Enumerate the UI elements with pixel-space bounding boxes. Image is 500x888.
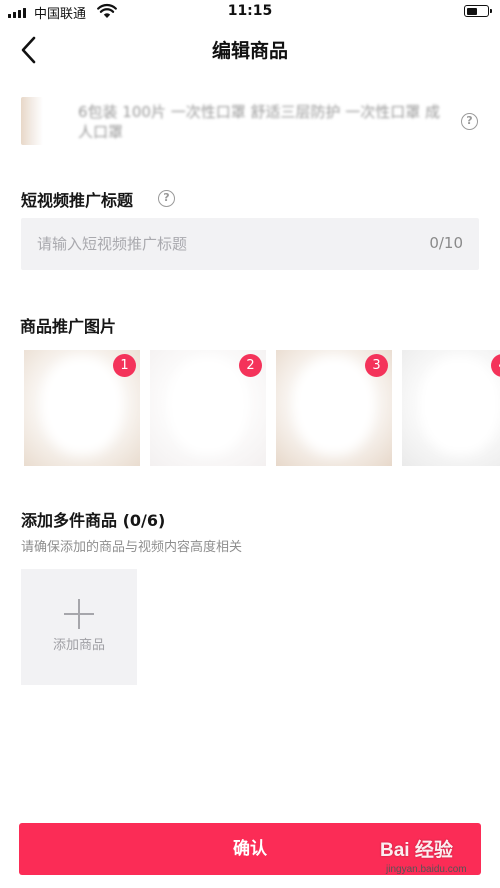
image-order-badge: 1 bbox=[113, 354, 136, 377]
promo-images-label: 商品推广图片 bbox=[20, 317, 117, 336]
image-content bbox=[422, 358, 498, 454]
product-help-icon[interactable]: ? bbox=[461, 113, 478, 130]
battery-icon bbox=[464, 5, 492, 17]
page-title: 编辑商品 bbox=[211, 40, 288, 62]
promo-image-4[interactable]: 4 bbox=[402, 350, 500, 466]
short-video-title-input[interactable] bbox=[37, 218, 397, 270]
promo-image-1[interactable]: 1 bbox=[24, 350, 140, 466]
image-order-badge: 4 bbox=[491, 354, 500, 377]
image-content bbox=[296, 358, 372, 454]
baidu-jingyan-watermark: Bai 经验 bbox=[380, 840, 453, 861]
short-video-title-label: 短视频推广标题 bbox=[21, 191, 134, 210]
multi-products-note: 请确保添加的商品与视频内容高度相关 bbox=[21, 540, 243, 555]
watermark-url: jingyan.baidu.com bbox=[386, 864, 467, 875]
promo-image-2[interactable]: 2 bbox=[150, 350, 266, 466]
add-product-button[interactable]: 添加商品 bbox=[21, 569, 137, 685]
plus-icon bbox=[64, 599, 94, 629]
status-time: 11:15 bbox=[227, 3, 273, 19]
image-content bbox=[170, 358, 246, 454]
promo-image-3[interactable]: 3 bbox=[276, 350, 392, 466]
add-multi-products-label: 添加多件商品 (0/6) bbox=[21, 511, 166, 530]
image-content bbox=[44, 358, 120, 454]
add-product-label: 添加商品 bbox=[52, 638, 105, 653]
image-order-badge: 3 bbox=[365, 354, 388, 377]
title-help-icon[interactable]: ? bbox=[158, 190, 175, 207]
status-bar: 中国联通 11:15 bbox=[0, 0, 500, 24]
title-input-container: 0/10 bbox=[21, 218, 479, 270]
title-char-counter: 0/10 bbox=[429, 234, 463, 252]
product-thumbnail bbox=[21, 97, 43, 145]
image-order-badge: 2 bbox=[239, 354, 262, 377]
product-name: 6包装 100片 一次性口罩 舒适三层防护 一次性口罩 成人口罩 bbox=[78, 103, 441, 141]
